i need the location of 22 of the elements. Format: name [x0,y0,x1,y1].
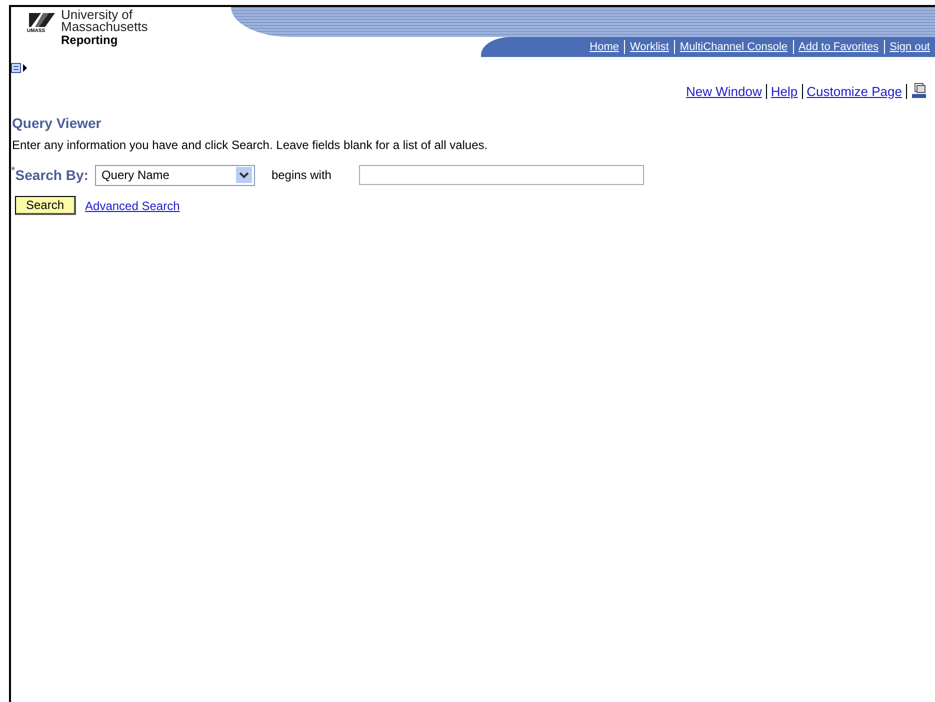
nav-link[interactable]: Sign out [884,41,935,53]
page-link[interactable]: New Window [686,84,762,98]
logo-text: Massachusetts [61,21,148,33]
search-button[interactable]: Search [15,196,76,215]
page-link[interactable]: Customize Page [806,84,902,98]
advanced-search-link[interactable]: Advanced Search [85,198,180,212]
menu-toggle-icon[interactable] [11,63,29,74]
page-title: Query Viewer [11,115,102,131]
logo-text: University of [61,9,133,21]
http-link-icon[interactable] [911,83,927,99]
site-subtitle: Reporting [61,34,119,46]
instructions-text: Enter any information you have and click Search. Leave fields blank for a list of all values. [11,138,489,152]
required-mark: * [11,165,16,177]
nav-link[interactable]: Home [584,41,624,53]
nav-link[interactable]: Worklist [624,41,674,53]
nav-link[interactable]: Add to Favorites [794,41,884,53]
search-by-dropdown[interactable]: Query Name [95,164,256,186]
search-by-label: Search By: [15,167,88,183]
logo-icon [29,13,55,27]
nav-link[interactable]: MultiChannel Console [674,41,793,53]
operator-label: begins with [271,168,332,182]
page-link[interactable]: Help [770,84,798,98]
